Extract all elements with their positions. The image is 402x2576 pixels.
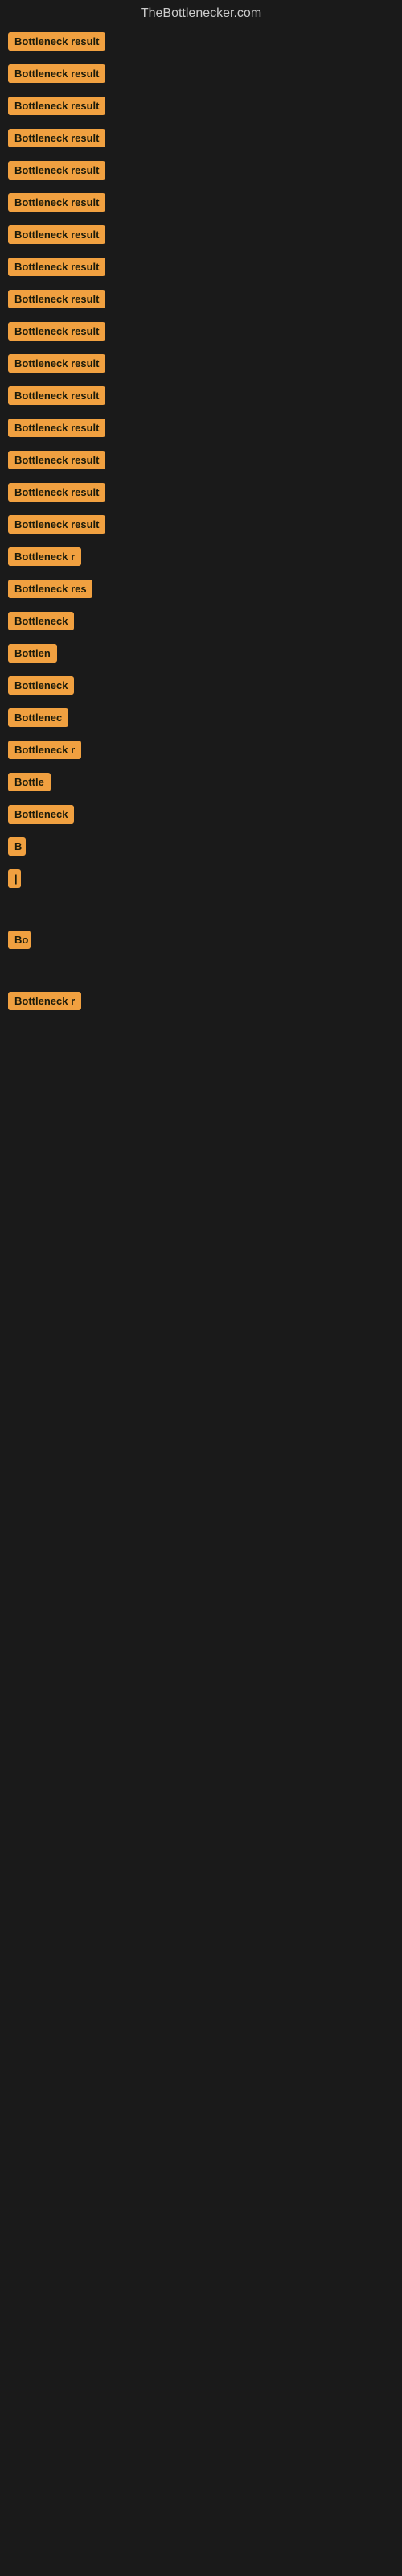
result-item: Bottle xyxy=(8,773,402,795)
bottleneck-result-badge[interactable]: Bottleneck result xyxy=(8,451,105,469)
result-item: Bottleneck result xyxy=(8,386,402,409)
result-item: Bottleneck result xyxy=(8,161,402,184)
result-item: Bottleneck result xyxy=(8,225,402,248)
bottleneck-result-badge[interactable]: Bottleneck result xyxy=(8,225,105,244)
result-item: Bottleneck xyxy=(8,676,402,699)
result-item: Bottleneck r xyxy=(8,547,402,570)
result-item: Bottleneck xyxy=(8,612,402,634)
result-item: Bottleneck result xyxy=(8,129,402,151)
result-item: Bottleneck result xyxy=(8,64,402,87)
bottleneck-result-badge[interactable]: Bottleneck xyxy=(8,676,74,695)
bottleneck-result-badge[interactable]: Bottleneck result xyxy=(8,419,105,437)
result-item: Bottleneck res xyxy=(8,580,402,602)
result-item: Bottleneck result xyxy=(8,451,402,473)
bottleneck-result-badge[interactable]: Bottlenec xyxy=(8,708,68,727)
bottleneck-result-badge[interactable]: Bottleneck r xyxy=(8,741,81,759)
result-item: Bottlen xyxy=(8,644,402,667)
site-title-bar: TheBottlenecker.com xyxy=(0,0,402,24)
bottleneck-result-badge[interactable]: Bottle xyxy=(8,773,51,791)
result-item: Bottleneck result xyxy=(8,354,402,377)
bottleneck-result-badge[interactable]: Bottleneck r xyxy=(8,992,81,1010)
result-item: Bo xyxy=(8,931,402,953)
result-item: Bottleneck result xyxy=(8,193,402,216)
result-item: Bottleneck result xyxy=(8,483,402,506)
bottleneck-result-badge[interactable]: Bottleneck result xyxy=(8,161,105,180)
result-item: Bottleneck result xyxy=(8,290,402,312)
result-item: Bottlenec xyxy=(8,708,402,731)
result-item: Bottleneck result xyxy=(8,258,402,280)
result-item: B xyxy=(8,837,402,860)
bottleneck-result-badge[interactable]: Bottleneck result xyxy=(8,32,105,51)
result-item: Bottleneck r xyxy=(8,741,402,763)
bottleneck-result-badge[interactable]: Bottleneck result xyxy=(8,483,105,502)
bottleneck-result-badge[interactable]: | xyxy=(8,869,21,888)
bottleneck-result-badge[interactable]: Bottleneck res xyxy=(8,580,92,598)
bottleneck-result-badge[interactable]: Bottleneck result xyxy=(8,290,105,308)
bottleneck-result-badge[interactable]: Bottleneck result xyxy=(8,97,105,115)
result-item: Bottleneck result xyxy=(8,322,402,345)
bottleneck-result-badge[interactable]: Bottleneck result xyxy=(8,515,105,534)
bottleneck-result-badge[interactable]: Bottleneck result xyxy=(8,354,105,373)
bottleneck-result-badge[interactable]: B xyxy=(8,837,26,856)
bottleneck-result-badge[interactable]: Bottleneck result xyxy=(8,258,105,276)
bottleneck-result-badge[interactable]: Bottleneck result xyxy=(8,386,105,405)
bottleneck-result-badge[interactable]: Bottleneck result xyxy=(8,193,105,212)
result-item: Bottleneck result xyxy=(8,97,402,119)
result-item: Bottleneck xyxy=(8,805,402,828)
bottleneck-result-badge[interactable]: Bottlen xyxy=(8,644,57,663)
result-item: Bottleneck result xyxy=(8,419,402,441)
bottleneck-result-badge[interactable]: Bo xyxy=(8,931,31,949)
bottleneck-result-badge[interactable]: Bottleneck result xyxy=(8,129,105,147)
bottleneck-result-badge[interactable]: Bottleneck xyxy=(8,612,74,630)
result-item: Bottleneck result xyxy=(8,515,402,538)
bottleneck-result-badge[interactable]: Bottleneck result xyxy=(8,322,105,341)
results-container: Bottleneck result Bottleneck result Bottle… xyxy=(0,24,402,1061)
site-title: TheBottlenecker.com xyxy=(0,0,402,24)
bottleneck-result-badge[interactable]: Bottleneck xyxy=(8,805,74,824)
result-item: Bottleneck result xyxy=(8,32,402,55)
bottleneck-result-badge[interactable]: Bottleneck r xyxy=(8,547,81,566)
bottleneck-result-badge[interactable]: Bottleneck result xyxy=(8,64,105,83)
result-item: | xyxy=(8,869,402,892)
result-item: Bottleneck r xyxy=(8,992,402,1014)
